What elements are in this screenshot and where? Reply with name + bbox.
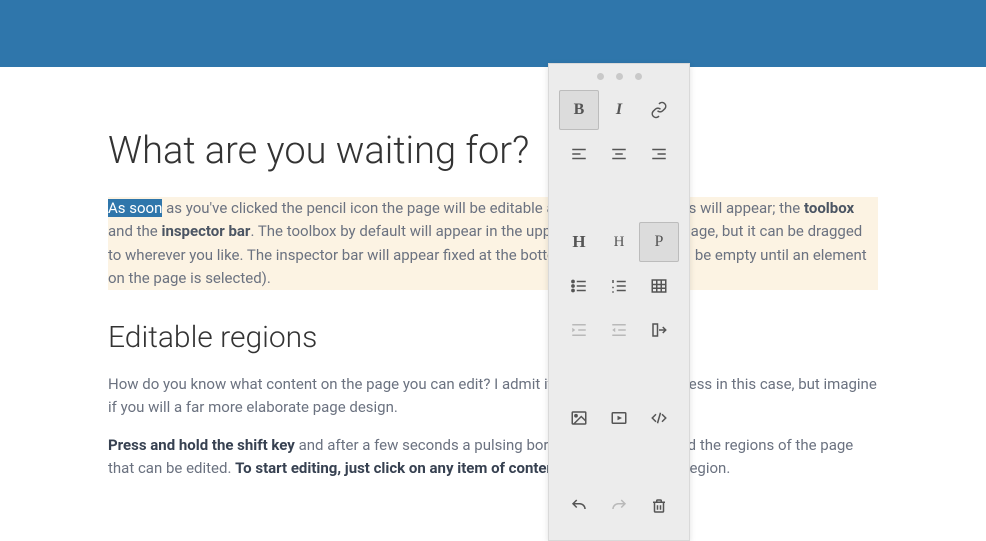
toolbox-drag-handle[interactable] (549, 64, 689, 88)
image-icon (570, 409, 588, 427)
numbered-list-button[interactable] (599, 266, 639, 306)
paragraph-button[interactable]: P (639, 222, 679, 262)
grip-dot (635, 73, 642, 80)
bold-text: Press and hold the shift key (108, 436, 295, 454)
align-left-button[interactable] (559, 134, 599, 174)
link-icon (650, 101, 668, 119)
table-icon (650, 277, 668, 295)
bold-text: To start editing, just click on any item… (235, 459, 560, 477)
video-button[interactable] (599, 398, 639, 438)
redo-icon (610, 497, 628, 515)
text: as you've clicked the pencil icon the pa… (162, 199, 804, 217)
term-inspector-bar: inspector bar (161, 222, 250, 240)
term-toolbox: toolbox (804, 199, 854, 217)
align-center-button[interactable] (599, 134, 639, 174)
line-break-icon (650, 321, 668, 339)
link-button[interactable] (639, 90, 679, 130)
align-right-button[interactable] (639, 134, 679, 174)
bullet-list-button[interactable] (559, 266, 599, 306)
grip-dot (597, 73, 604, 80)
line-break-button[interactable] (639, 310, 679, 350)
undo-button[interactable] (559, 486, 599, 526)
grip-dot (616, 73, 623, 80)
page-title[interactable]: What are you waiting for? (108, 129, 878, 173)
numbered-list-icon (610, 277, 628, 295)
align-right-icon (650, 145, 668, 163)
delete-button[interactable] (639, 486, 679, 526)
text: and the (108, 222, 161, 240)
paragraph-icon: P (655, 233, 664, 251)
trash-icon (650, 497, 668, 515)
heading2-icon: H (614, 234, 625, 251)
code-button[interactable] (639, 398, 679, 438)
bullet-list-icon (570, 277, 588, 295)
editor-toolbox[interactable]: B I H H P (548, 63, 690, 541)
image-button[interactable] (559, 398, 599, 438)
paragraph[interactable]: How do you know what content on the page… (108, 373, 878, 420)
heading1-button[interactable]: H (559, 222, 599, 262)
video-icon (610, 409, 628, 427)
align-center-icon (610, 145, 628, 163)
toolbox-grid: B I H H P (549, 88, 689, 530)
align-left-icon (570, 145, 588, 163)
selected-text[interactable]: As soon (108, 199, 162, 217)
heading1-icon: H (572, 232, 585, 252)
bold-icon: B (574, 101, 585, 119)
code-icon (650, 409, 668, 427)
bold-button[interactable]: B (559, 90, 599, 130)
table-button[interactable] (639, 266, 679, 306)
paragraph[interactable]: Press and hold the shift key and after a… (108, 434, 878, 481)
paragraph-intro[interactable]: As soon as you've clicked the pencil ico… (108, 197, 878, 290)
heading2-button[interactable]: H (599, 222, 639, 262)
article: What are you waiting for? As soon as you… (88, 67, 898, 534)
top-banner (0, 0, 986, 67)
italic-icon: I (616, 101, 622, 119)
italic-button[interactable]: I (599, 90, 639, 130)
indent-icon (570, 321, 588, 339)
undo-icon (570, 497, 588, 515)
section-heading[interactable]: Editable regions (108, 320, 878, 355)
redo-button (599, 486, 639, 526)
outdent-button (599, 310, 639, 350)
indent-button (559, 310, 599, 350)
outdent-icon (610, 321, 628, 339)
